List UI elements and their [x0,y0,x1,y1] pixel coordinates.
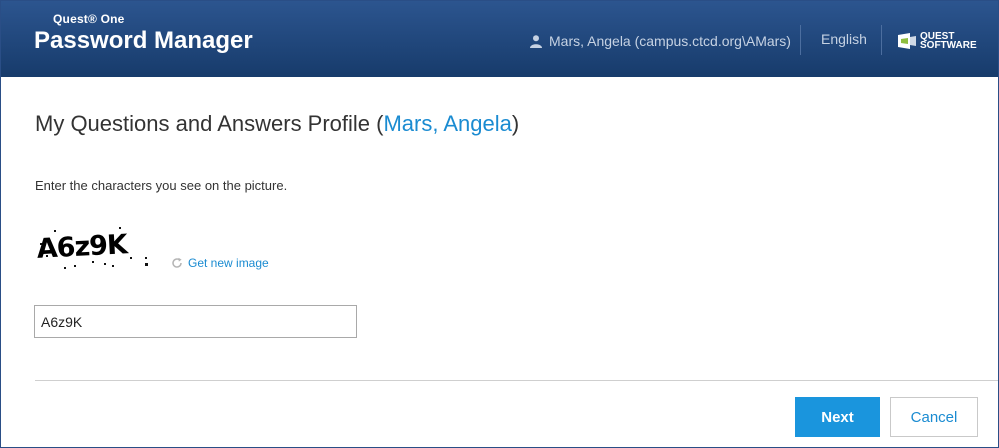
user-icon [530,35,542,48]
title-user-link[interactable]: Mars, Angela [383,111,511,136]
current-user-link[interactable]: Mars, Angela (campus.ctcd.org\AMars) [529,31,791,51]
title-suffix: ) [511,111,520,136]
title-prefix: My Questions and Answers Profile ( [35,111,384,136]
captcha-glyphs: A6z9K [36,229,130,265]
brand-top-label: Quest® One [53,12,125,26]
user-label: Mars, Angela (campus.ctcd.org\AMars) [549,33,791,49]
quest-logo: QUEST SOFTWARE [898,30,977,52]
app-title: Password Manager [34,27,253,54]
language-selector[interactable]: English [821,31,867,47]
footer-divider [35,380,998,381]
app-header: Quest® One Password Manager Mars, Angela… [1,1,998,77]
captcha-image: A6z9K [34,221,154,273]
header-divider [881,25,882,55]
header-divider [800,25,801,55]
logo-line2: SOFTWARE [920,40,977,51]
refresh-icon [172,257,182,268]
cancel-button[interactable]: Cancel [890,397,978,437]
quest-logo-icon [898,33,916,49]
captcha-input[interactable] [34,305,357,338]
captcha-instruction: Enter the characters you see on the pict… [35,178,288,193]
next-button[interactable]: Next [795,397,880,437]
page-title: My Questions and Answers Profile (Mars, … [35,111,519,137]
get-new-image-link[interactable]: Get new image [171,256,269,270]
get-new-image-label: Get new image [188,256,269,270]
